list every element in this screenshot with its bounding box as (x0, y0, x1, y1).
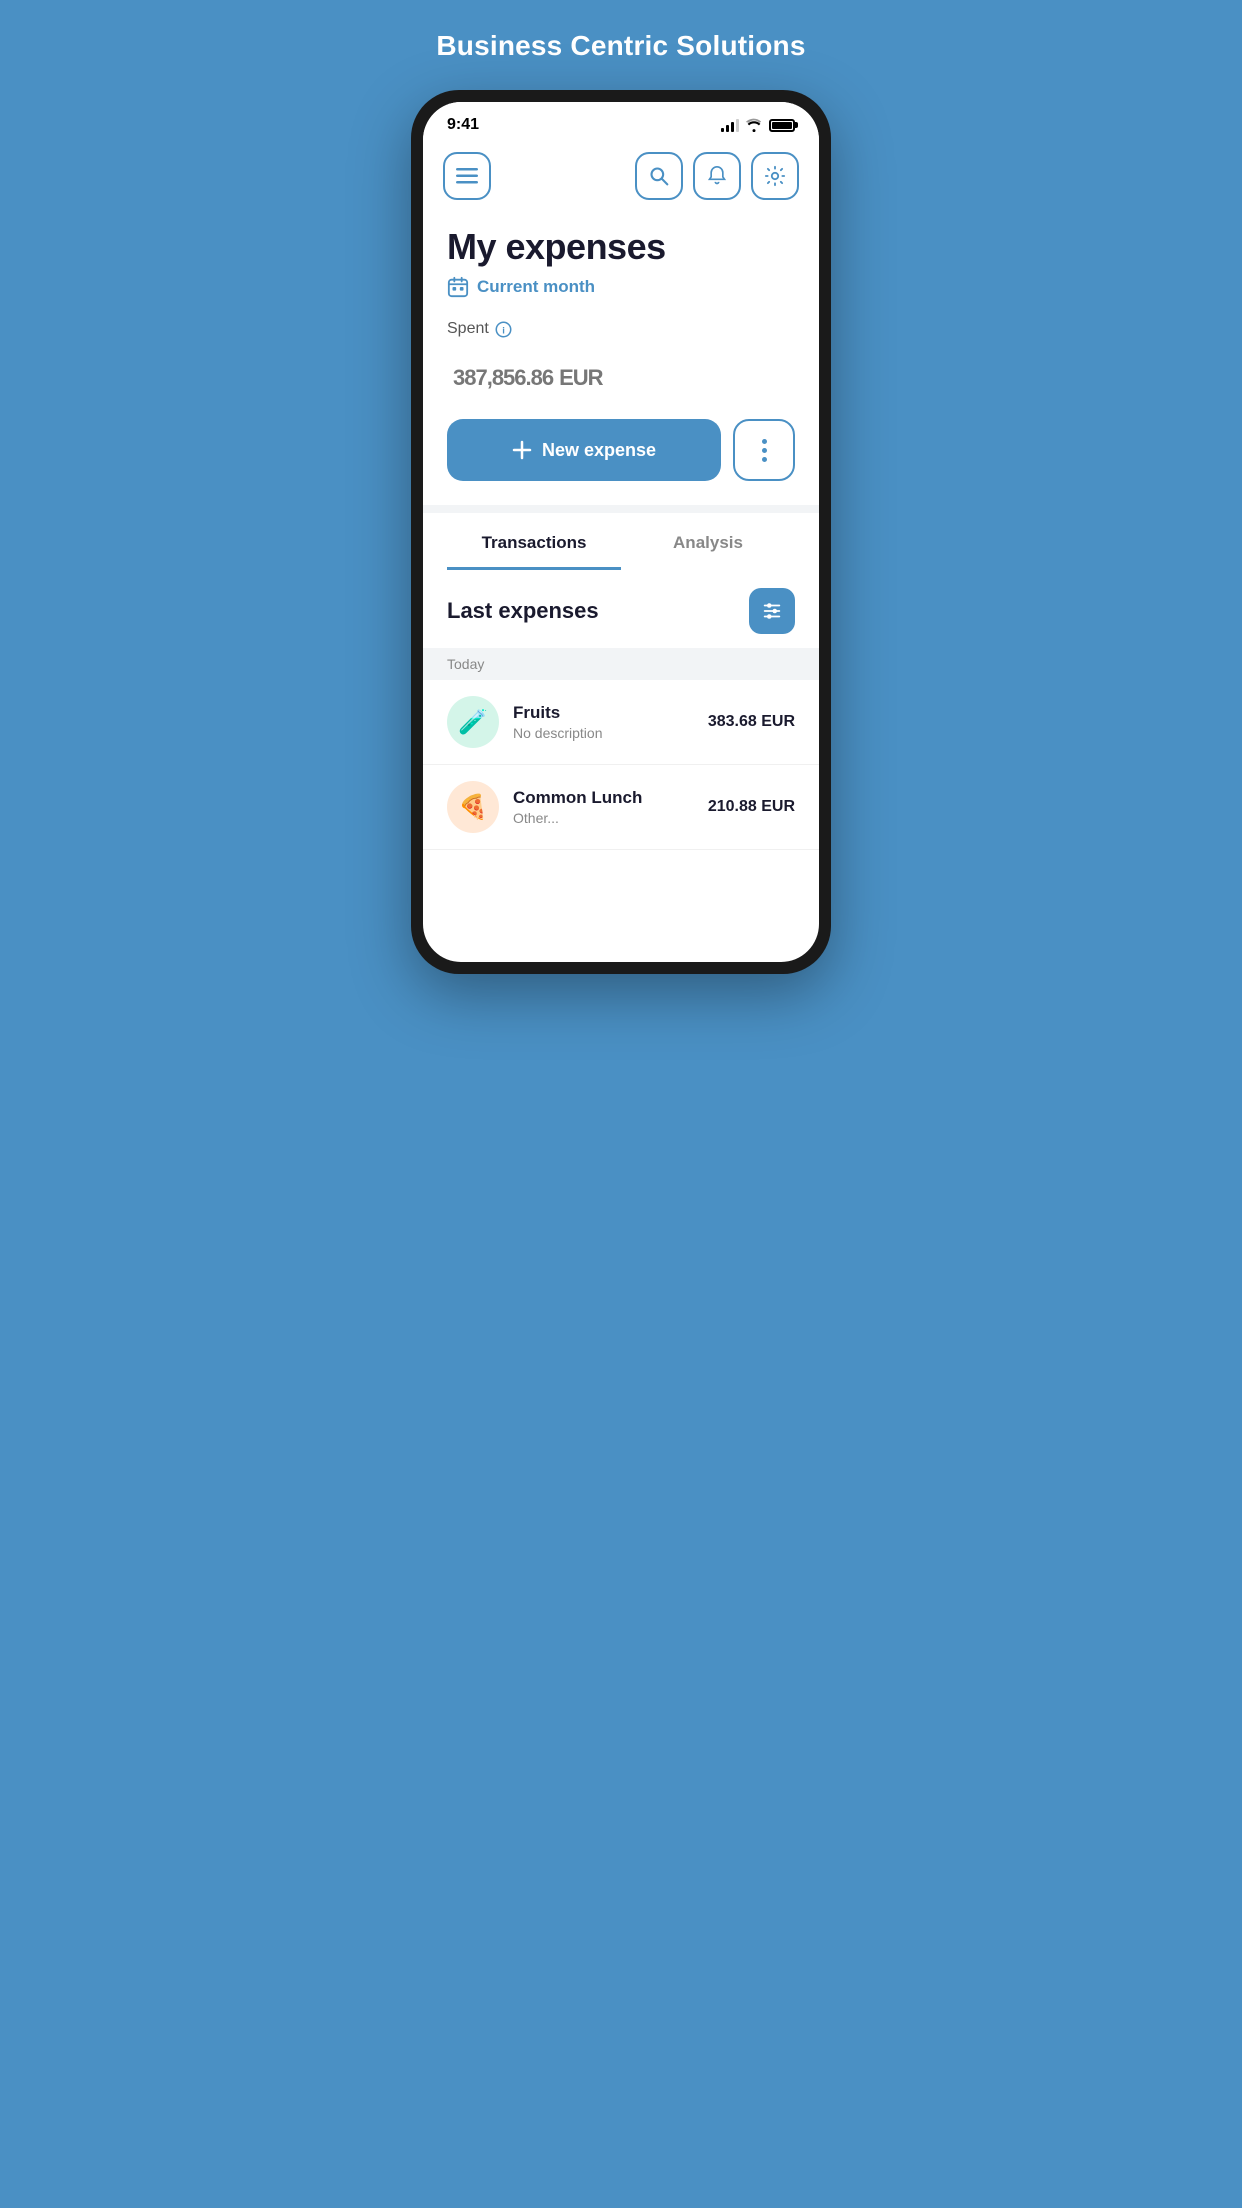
status-icons (721, 118, 795, 132)
phone-shell: 9:41 (411, 90, 831, 974)
tab-transactions[interactable]: Transactions (447, 513, 621, 570)
sliders-icon (761, 600, 783, 622)
expense-name-lunch: Common Lunch (513, 788, 694, 808)
svg-text:i: i (502, 325, 505, 335)
date-filter[interactable]: Current month (447, 276, 795, 298)
signal-icon (721, 118, 739, 132)
nav-icons-right (635, 152, 799, 200)
expense-amount-lunch: 210.88 EUR (708, 798, 795, 816)
status-time: 9:41 (447, 116, 479, 134)
dots-vertical-icon (762, 439, 767, 462)
expense-info-fruits: Fruits No description (513, 703, 694, 741)
last-expenses-title: Last expenses (447, 598, 599, 624)
tabs: Transactions Analysis (423, 513, 819, 570)
notifications-button[interactable] (693, 152, 741, 200)
wifi-icon (745, 118, 763, 132)
calendar-icon (447, 276, 469, 298)
date-filter-text: Current month (477, 277, 595, 297)
top-nav (423, 142, 819, 216)
section-divider (423, 505, 819, 513)
status-bar: 9:41 (423, 102, 819, 142)
expense-item[interactable]: 🧪 Fruits No description 383.68 EUR (423, 680, 819, 765)
expense-item-lunch[interactable]: 🍕 Common Lunch Other... 210.88 EUR (423, 765, 819, 850)
expense-amount-fruits: 383.68 EUR (708, 713, 795, 731)
settings-button[interactable] (751, 152, 799, 200)
page-title: My expenses (447, 226, 795, 268)
spent-label: Spent i (447, 320, 795, 338)
fruits-emoji: 🧪 (458, 708, 488, 737)
app-title: Business Centric Solutions (436, 30, 805, 62)
section-date-today: Today (423, 648, 819, 680)
expense-icon-lunch: 🍕 (447, 781, 499, 833)
bell-icon (707, 165, 727, 187)
tab-analysis[interactable]: Analysis (621, 513, 795, 570)
menu-button[interactable] (443, 152, 491, 200)
search-icon (649, 166, 669, 186)
last-expenses-header: Last expenses (423, 570, 819, 648)
battery-icon (769, 119, 795, 132)
expense-icon-fruits: 🧪 (447, 696, 499, 748)
info-icon: i (495, 321, 512, 338)
new-expense-button[interactable]: New expense (447, 419, 721, 481)
plus-icon (512, 440, 532, 460)
action-row: New expense (447, 419, 795, 481)
menu-icon (456, 168, 478, 184)
filter-button[interactable] (749, 588, 795, 634)
phone-screen: 9:41 (423, 102, 819, 962)
search-button[interactable] (635, 152, 683, 200)
main-content: My expenses Current month Spent i (423, 216, 819, 481)
expense-name-fruits: Fruits (513, 703, 694, 723)
expense-desc-lunch: Other... (513, 810, 694, 826)
expense-info-lunch: Common Lunch Other... (513, 788, 694, 826)
spent-amount: 387,856.86EUR (447, 342, 795, 397)
gear-icon (764, 165, 786, 187)
lunch-emoji: 🍕 (458, 793, 488, 822)
expense-desc-fruits: No description (513, 725, 694, 741)
more-options-button[interactable] (733, 419, 795, 481)
